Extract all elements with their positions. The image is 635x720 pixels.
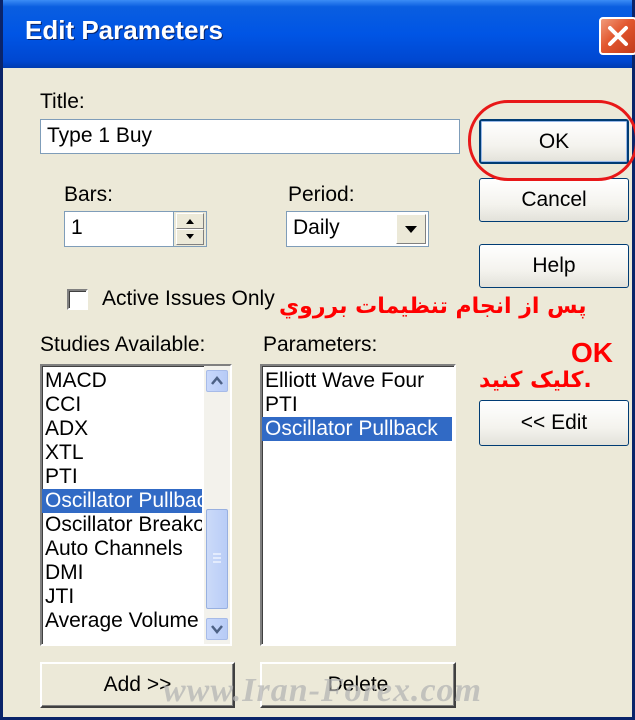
list-item[interactable]: Oscillator Pullback	[262, 417, 452, 441]
list-item[interactable]: Oscillator Pullback	[42, 489, 202, 513]
add-button-label: Add >>	[103, 673, 172, 696]
bars-value: 1	[71, 216, 83, 239]
parameters-listbox[interactable]: Elliott Wave Four PTI Oscillator Pullback	[260, 364, 456, 646]
window-title: Edit Parameters	[25, 15, 223, 45]
help-button-label: Help	[532, 254, 576, 277]
list-item[interactable]: DMI	[42, 561, 202, 585]
title-label: Title:	[40, 90, 85, 113]
spin-up-button[interactable]	[176, 213, 204, 229]
parameters-label: Parameters:	[263, 333, 378, 356]
chevron-down-icon	[405, 226, 417, 233]
annotation-line-3: کلیک کنید.	[479, 368, 592, 393]
period-dropdown-button[interactable]	[396, 214, 426, 244]
studies-list: MACD CCI ADX XTL PTI Oscillator Pullback Oscil…	[42, 369, 202, 633]
cancel-button-label: Cancel	[521, 188, 587, 211]
cancel-button[interactable]: Cancel	[479, 178, 629, 222]
spin-down-icon	[186, 234, 194, 239]
scroll-down-button[interactable]	[206, 618, 228, 640]
list-item[interactable]: CCI	[42, 393, 202, 417]
edit-parameters-dialog: Edit Parameters Title: Type 1 Buy Bars: …	[0, 0, 635, 720]
bars-label: Bars:	[64, 183, 114, 206]
close-button[interactable]	[599, 17, 635, 55]
bars-spinner[interactable]	[173, 212, 206, 246]
active-issues-label: Active Issues Only	[102, 287, 275, 310]
list-item[interactable]: Elliott Wave Four	[262, 369, 452, 393]
list-item[interactable]: MACD	[42, 369, 202, 393]
grip-icon	[213, 553, 221, 563]
parameters-list: Elliott Wave Four PTI Oscillator Pullback	[262, 369, 452, 441]
list-item[interactable]: XTL	[42, 441, 202, 465]
title-input[interactable]: Type 1 Buy	[40, 119, 460, 154]
studies-label: Studies Available:	[40, 333, 206, 356]
scroll-thumb[interactable]	[206, 509, 228, 609]
spin-up-icon	[186, 219, 194, 224]
list-item[interactable]: Average Volume	[42, 609, 202, 633]
period-label: Period:	[288, 183, 355, 206]
studies-scrollbar[interactable]	[204, 366, 230, 644]
period-value: Daily	[293, 216, 340, 239]
list-item[interactable]: JTI	[42, 585, 202, 609]
active-issues-checkbox[interactable]	[67, 289, 88, 310]
chevron-up-icon	[211, 376, 223, 385]
spin-down-button[interactable]	[176, 229, 204, 245]
edit-button-label: << Edit	[520, 411, 588, 434]
annotation-line-1: پس از انجام تنظیمات برروي	[279, 294, 587, 319]
list-item[interactable]: ADX	[42, 417, 202, 441]
edit-button[interactable]: << Edit	[479, 400, 629, 446]
list-item[interactable]: PTI	[42, 465, 202, 489]
help-button[interactable]: Help	[479, 244, 629, 288]
list-item[interactable]: Oscillator Breakout	[42, 513, 202, 537]
chevron-down-icon	[211, 625, 223, 634]
title-bar[interactable]: Edit Parameters	[3, 0, 635, 68]
studies-listbox[interactable]: MACD CCI ADX XTL PTI Oscillator Pullback Oscil…	[40, 364, 232, 646]
watermark-text: www.Iran-Forex.com	[163, 672, 483, 709]
scroll-up-button[interactable]	[206, 370, 228, 392]
list-item[interactable]: Auto Channels	[42, 537, 202, 561]
ok-highlight-circle	[468, 100, 635, 181]
list-item[interactable]: PTI	[262, 393, 452, 417]
annotation-line-2: OK	[571, 337, 613, 368]
